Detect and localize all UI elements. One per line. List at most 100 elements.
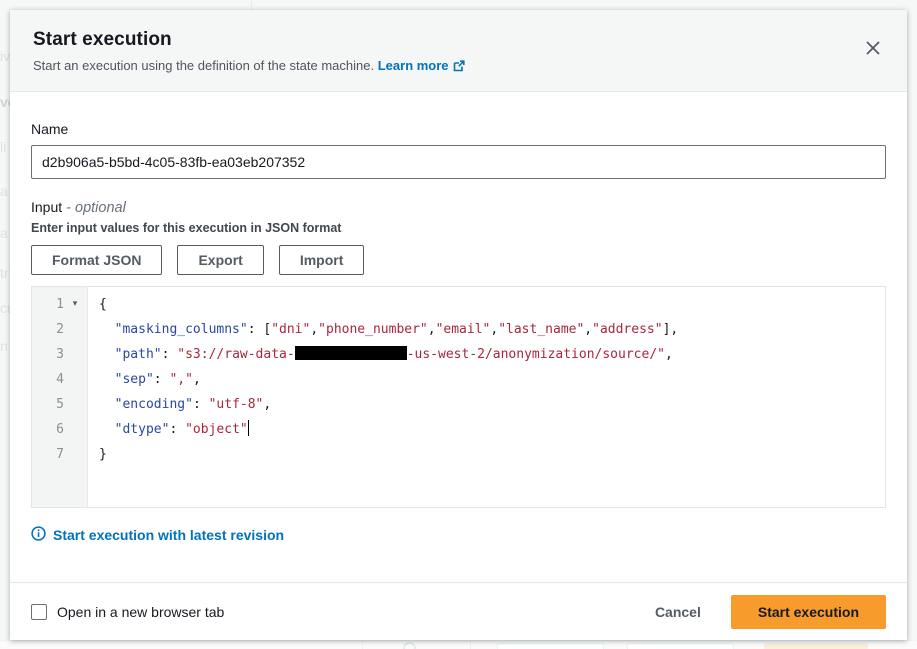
gutter-spacer <box>64 367 86 392</box>
code-token-plain <box>99 397 115 412</box>
gutter-spacer <box>64 392 86 417</box>
input-description: Enter input values for this execution in… <box>31 221 886 235</box>
code-token-plain: : <box>154 372 170 387</box>
code-token-plain: ], <box>663 322 679 337</box>
start-execution-button[interactable]: Start execution <box>731 595 886 629</box>
code-token-key: "encoding" <box>115 397 193 412</box>
gutter-row: 3 <box>32 342 87 367</box>
latest-revision-label: Start execution with latest revision <box>53 527 284 543</box>
line-number: 5 <box>32 392 64 417</box>
learn-more-label: Learn more <box>378 58 449 73</box>
code-line-content: { <box>88 292 107 317</box>
name-input[interactable] <box>31 145 886 179</box>
name-label: Name <box>31 121 886 137</box>
gutter-row: 4 <box>32 367 87 392</box>
code-line[interactable]: } <box>88 442 885 467</box>
close-icon[interactable] <box>863 38 883 58</box>
code-line-content: "path": "s3://raw-data- -us-west-2/anonym… <box>88 342 673 367</box>
code-token-key: "sep" <box>115 372 154 387</box>
code-token-plain: : <box>169 422 185 437</box>
code-token-str: "," <box>169 372 192 387</box>
code-token-str: "email" <box>436 322 491 337</box>
editor-gutter: 1▾234567 <box>32 287 88 507</box>
code-token-str: "dni" <box>271 322 310 337</box>
code-line[interactable]: "masking_columns": ["dni","phone_number"… <box>88 317 885 342</box>
gutter-spacer <box>64 342 86 367</box>
learn-more-link[interactable]: Learn more <box>378 58 465 73</box>
gutter-row: 1▾ <box>32 292 87 317</box>
input-label-text: Input <box>31 199 62 215</box>
code-line-content: "encoding": "utf-8", <box>88 392 271 417</box>
modal-body: Name Input - optional Enter input values… <box>10 92 907 556</box>
export-button[interactable]: Export <box>177 245 263 275</box>
code-token-plain: : <box>162 347 178 362</box>
code-token-str: "last_name" <box>498 322 584 337</box>
redacted-text-box <box>295 346 407 360</box>
code-line[interactable]: "dtype": "object" <box>88 417 885 442</box>
footer-actions: Cancel Start execution <box>655 595 886 629</box>
external-link-icon <box>453 60 465 75</box>
gutter-row: 5 <box>32 392 87 417</box>
code-line-content: "sep": ",", <box>88 367 201 392</box>
modal-footer: Open in a new browser tab Cancel Start e… <box>10 582 907 640</box>
code-token-plain: , <box>263 397 271 412</box>
code-token-key: "path" <box>115 347 162 362</box>
code-token-key: "masking_columns" <box>115 322 248 337</box>
gutter-spacer <box>64 442 86 467</box>
code-token-key: "dtype" <box>115 422 170 437</box>
code-token-plain <box>99 322 115 337</box>
open-new-tab-checkbox[interactable] <box>31 604 47 620</box>
format-json-button[interactable]: Format JSON <box>31 245 162 275</box>
code-token-plain: : <box>193 397 209 412</box>
code-line[interactable]: "encoding": "utf-8", <box>88 392 885 417</box>
code-line-content: } <box>88 442 107 467</box>
text-cursor <box>248 420 250 436</box>
code-token-plain: { <box>99 297 107 312</box>
open-new-tab-label: Open in a new browser tab <box>57 604 224 620</box>
open-new-tab-checkbox-row[interactable]: Open in a new browser tab <box>31 604 224 620</box>
code-token-plain: } <box>99 447 107 462</box>
code-token-str: -us-west-2/anonymization/source/" <box>407 347 665 362</box>
line-number: 1 <box>32 292 64 317</box>
line-number: 6 <box>32 417 64 442</box>
code-token-str: "object" <box>185 422 248 437</box>
code-line[interactable]: "sep": ",", <box>88 367 885 392</box>
cancel-button[interactable]: Cancel <box>655 604 701 620</box>
code-token-str: "phone_number" <box>318 322 428 337</box>
line-number: 7 <box>32 442 64 467</box>
code-line[interactable]: { <box>88 292 885 317</box>
start-execution-modal: Start execution Start an execution using… <box>10 10 907 640</box>
code-token-plain: , <box>428 322 436 337</box>
code-token-plain: , <box>584 322 592 337</box>
gutter-row: 7 <box>32 442 87 467</box>
import-button[interactable]: Import <box>279 245 365 275</box>
code-token-plain <box>99 372 115 387</box>
code-line-content: "dtype": "object" <box>88 417 249 442</box>
fold-caret-icon[interactable]: ▾ <box>64 292 86 317</box>
code-token-plain <box>99 422 115 437</box>
gutter-spacer <box>64 417 86 442</box>
modal-subtitle-text: Start an execution using the definition … <box>33 58 374 73</box>
modal-title: Start execution <box>33 29 883 51</box>
code-line[interactable]: "path": "s3://raw-data- -us-west-2/anonym… <box>88 342 885 367</box>
code-line-content: "masking_columns": ["dni","phone_number"… <box>88 317 678 342</box>
code-token-str: "address" <box>592 322 662 337</box>
code-token-str: "utf-8" <box>209 397 264 412</box>
editor-toolbar: Format JSON Export Import <box>31 245 886 275</box>
latest-revision-link[interactable]: Start execution with latest revision <box>31 526 284 544</box>
code-token-plain: , <box>310 322 318 337</box>
info-icon <box>31 526 46 544</box>
line-number: 2 <box>32 317 64 342</box>
gutter-spacer <box>64 317 86 342</box>
code-token-str: "s3://raw-data- <box>177 347 294 362</box>
gutter-row: 2 <box>32 317 87 342</box>
input-optional-suffix: - optional <box>66 200 126 216</box>
line-number: 3 <box>32 342 64 367</box>
code-token-plain: , <box>193 372 201 387</box>
code-token-plain: : [ <box>248 322 271 337</box>
modal-header: Start execution Start an execution using… <box>10 10 907 92</box>
code-token-plain <box>99 347 115 362</box>
modal-subtitle: Start an execution using the definition … <box>33 58 883 75</box>
json-input-editor[interactable]: 1▾234567 { "masking_columns": ["dni","ph… <box>31 286 886 508</box>
editor-code-area[interactable]: { "masking_columns": ["dni","phone_numbe… <box>88 287 885 507</box>
